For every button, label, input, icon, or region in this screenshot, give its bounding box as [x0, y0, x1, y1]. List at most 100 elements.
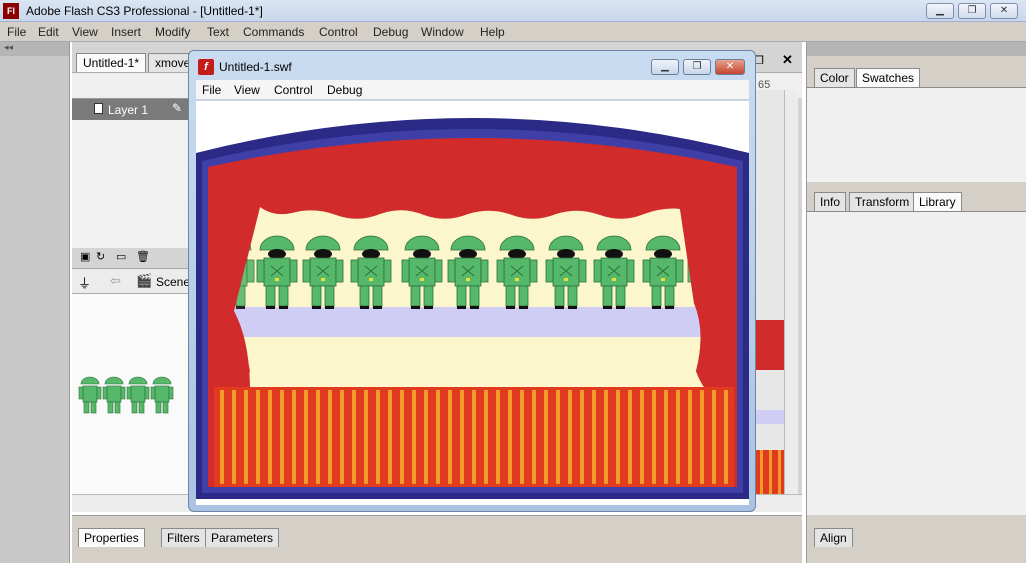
minimize-button[interactable]: ▁	[926, 3, 954, 19]
floor-stripe	[244, 390, 248, 484]
swf-menu-bar: File View Control Debug	[196, 80, 749, 100]
swf-menu-debug[interactable]: Debug	[327, 83, 362, 97]
collapse-arrows-icon[interactable]: ◂◂	[0, 42, 69, 56]
lavender-stripe	[232, 307, 714, 337]
floor-stripe	[424, 390, 428, 484]
color-panel-body	[807, 87, 1026, 182]
layer-page-icon	[94, 103, 103, 114]
menu-commands[interactable]: Commands	[243, 25, 304, 39]
figure-icon	[126, 376, 150, 414]
tab-properties[interactable]: Properties	[78, 528, 145, 547]
figure-icon	[78, 376, 102, 414]
floor-stripe	[460, 390, 464, 484]
right-panels: Color Swatches Info Transform Library Al…	[806, 42, 1026, 563]
floor-stripe	[556, 390, 560, 484]
scene-label: Scene	[156, 275, 191, 289]
properties-panel: Properties Filters Parameters	[72, 515, 802, 563]
tab-library[interactable]: Library	[913, 192, 962, 211]
tab-swatches[interactable]: Swatches	[856, 68, 921, 87]
floor-stripe	[640, 390, 644, 484]
motion-guide-icon[interactable]: ↻	[96, 250, 105, 263]
stage-right-sliver	[754, 90, 798, 510]
tab-transform[interactable]: Transform	[849, 192, 916, 211]
floor-stripe	[340, 390, 344, 484]
tab-untitled-1[interactable]: Untitled-1*	[76, 53, 147, 72]
floor-stripe	[220, 390, 224, 484]
menu-modify[interactable]: Modify	[155, 25, 190, 39]
timeline-layers: Layer 1 ✎	[72, 98, 188, 248]
tab-parameters[interactable]: Parameters	[205, 528, 280, 547]
floor-stripe	[604, 390, 608, 484]
close-button[interactable]: ✕	[990, 3, 1018, 19]
collapse-right-icon[interactable]	[807, 42, 1026, 56]
floor-sliver	[754, 450, 784, 494]
small-figures-group	[78, 376, 174, 414]
tab-filters[interactable]: Filters	[161, 528, 206, 547]
figure-icon	[150, 376, 174, 414]
floor-stripe	[232, 390, 236, 484]
vertical-scrollbar[interactable]	[784, 90, 798, 510]
floor-stripe	[316, 390, 320, 484]
floor-stripe	[268, 390, 272, 484]
tab-info[interactable]: Info	[814, 192, 847, 211]
library-panel-body	[807, 211, 1026, 515]
insert-layer-icon[interactable]: ▣	[80, 250, 90, 263]
floor-stripe	[352, 390, 356, 484]
floor-stripe	[592, 390, 596, 484]
timeline-toggle-icon[interactable]: ⏚	[78, 273, 91, 292]
floor-stripe	[580, 390, 584, 484]
floor-stripe	[616, 390, 620, 484]
floor-stripe	[292, 390, 296, 484]
swf-menu-view[interactable]: View	[234, 83, 260, 97]
floor-stripe	[472, 390, 476, 484]
edit-bar: ⏚ ⇦ 🎬 Scene	[72, 268, 191, 294]
floor-stripe	[304, 390, 308, 484]
floor-stripe	[568, 390, 572, 484]
swf-menu-file[interactable]: File	[202, 83, 221, 97]
color-panel: Color Swatches	[807, 58, 1026, 182]
app-title: Adobe Flash CS3 Professional - [Untitled…	[26, 4, 263, 18]
tab-color[interactable]: Color	[814, 68, 855, 87]
swf-minimize-button[interactable]: ▁	[651, 59, 679, 75]
menu-debug[interactable]: Debug	[373, 25, 408, 39]
swf-stage	[196, 101, 749, 505]
floor-stripe	[328, 390, 332, 484]
floor-stripe	[544, 390, 548, 484]
floor-stripe	[532, 390, 536, 484]
menu-control[interactable]: Control	[319, 25, 358, 39]
floor-stripe	[436, 390, 440, 484]
menu-window[interactable]: Window	[421, 25, 464, 39]
panel-close-icon[interactable]: ✕	[782, 52, 793, 68]
layer-row[interactable]: Layer 1	[72, 99, 188, 120]
swf-close-button[interactable]: ✕	[715, 59, 745, 75]
floor-stripe	[664, 390, 668, 484]
layer-name: Layer 1	[108, 103, 149, 117]
menu-view[interactable]: View	[72, 25, 98, 39]
swf-menu-control[interactable]: Control	[274, 83, 313, 97]
floor-stripe	[700, 390, 704, 484]
swf-restore-button[interactable]: ❐	[683, 59, 711, 75]
tab-align[interactable]: Align	[814, 528, 853, 547]
flash-player-icon: f	[198, 59, 214, 75]
floor-stripe	[448, 390, 452, 484]
pencil-icon[interactable]: ✎	[172, 101, 182, 115]
menu-text[interactable]: Text	[207, 25, 229, 39]
menu-edit[interactable]: Edit	[38, 25, 59, 39]
menu-file[interactable]: File	[7, 25, 26, 39]
stage-visible-area	[72, 294, 188, 494]
restore-button[interactable]: ❐	[958, 3, 986, 19]
floor-stripe	[412, 390, 416, 484]
stripe-sliver	[754, 410, 784, 424]
curtain-sliver	[754, 320, 784, 370]
align-panel: Align	[807, 518, 1026, 563]
menu-insert[interactable]: Insert	[111, 25, 141, 39]
timeline-tools: ▣ ↻ ▭ 🗑	[72, 248, 188, 266]
back-arrow-icon[interactable]: ⇦	[110, 273, 121, 289]
floor-stripe	[676, 390, 680, 484]
folder-icon[interactable]: ▭	[116, 250, 126, 263]
floor-stripe	[484, 390, 488, 484]
menu-help[interactable]: Help	[480, 25, 505, 39]
swf-window-title: Untitled-1.swf	[219, 60, 292, 74]
floor-stripe	[688, 390, 692, 484]
trash-icon[interactable]: 🗑	[136, 250, 150, 263]
